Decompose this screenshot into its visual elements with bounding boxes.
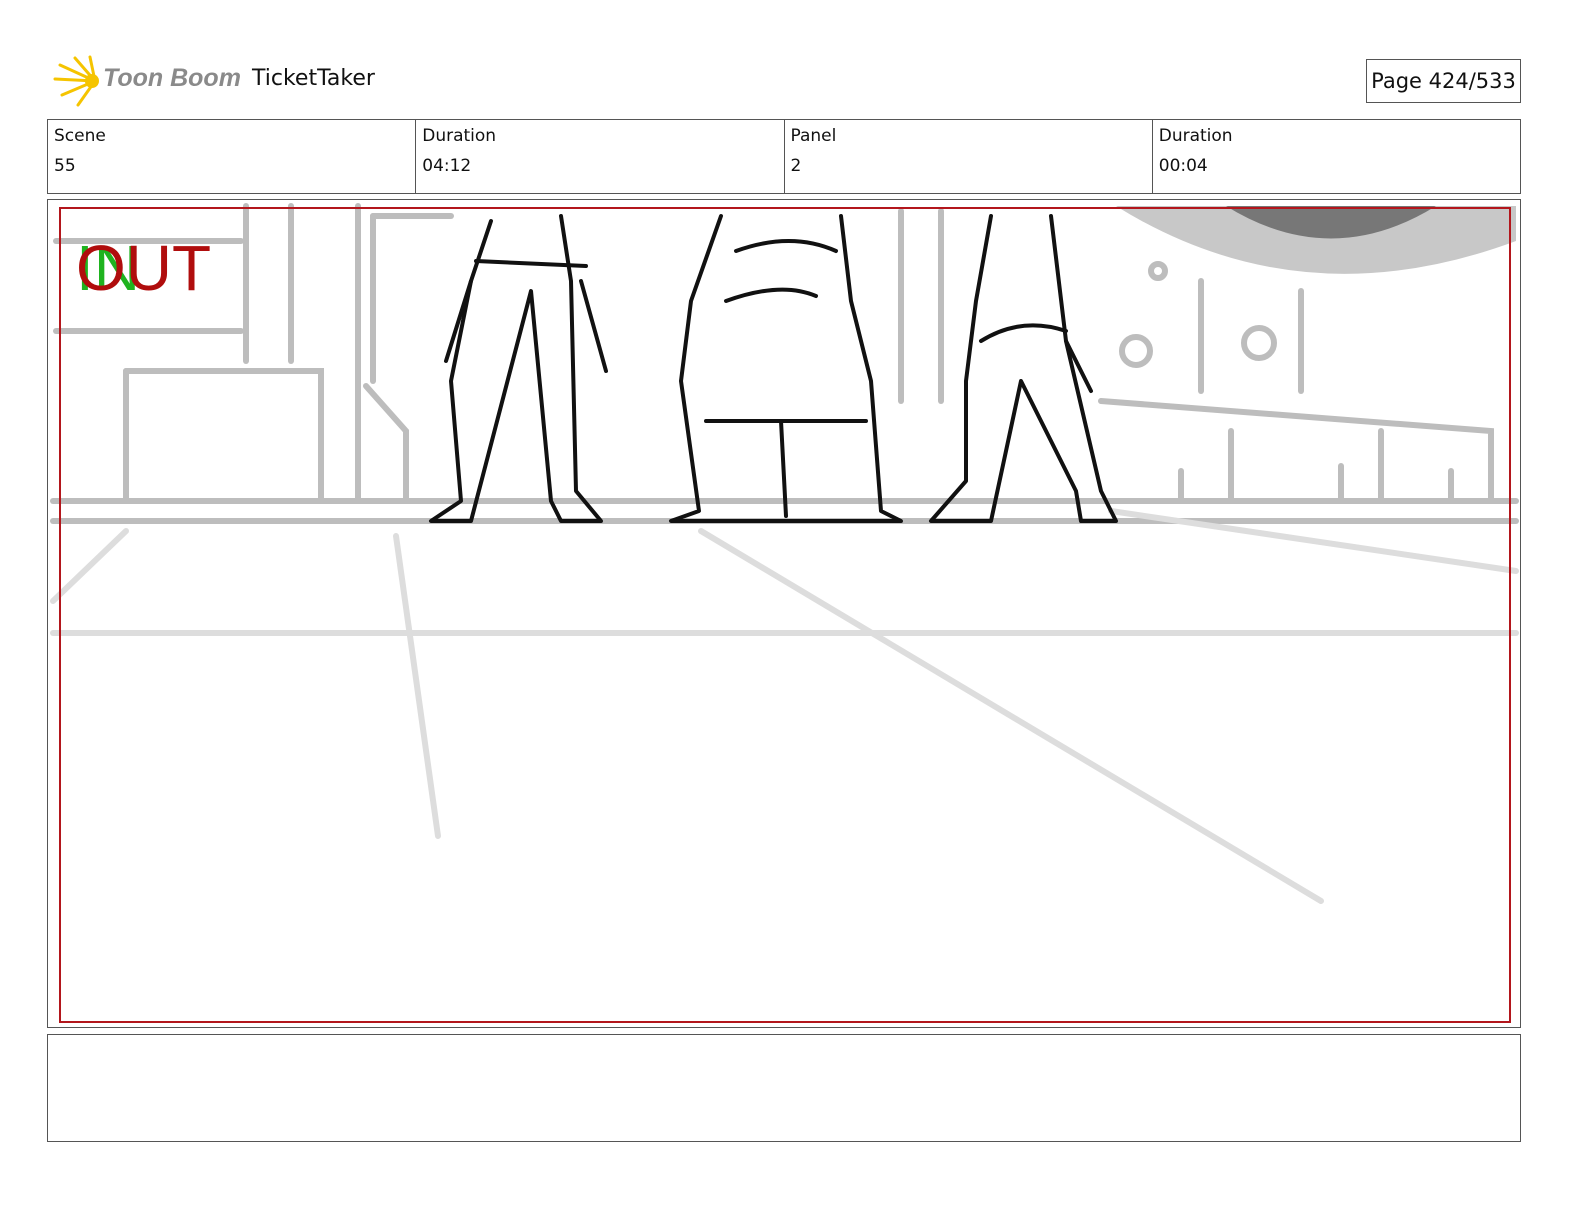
info-table: Scene 55 Duration 04:12 Panel 2 Duration 00:… <box>47 119 1521 194</box>
project-title: TicketTaker <box>252 66 375 91</box>
panel-duration-cell: Duration 00:04 <box>1151 120 1520 193</box>
scene-value: 55 <box>54 156 76 176</box>
panel-cell: Panel 2 <box>783 120 1152 193</box>
panel-value: 2 <box>790 156 802 176</box>
panel-label: Panel <box>790 126 837 146</box>
storyboard-page: Toon Boom TicketTaker Page 424/533 Scene… <box>0 0 1584 1224</box>
panel-duration-label: Duration <box>1158 126 1233 146</box>
scene-cell: Scene 55 <box>48 120 415 193</box>
safe-frame <box>59 207 1511 1023</box>
notes-box <box>47 1034 1521 1142</box>
logo-text: Toon Boom <box>103 64 241 92</box>
scene-duration-value: 04:12 <box>422 156 472 176</box>
out-label: OUT <box>76 232 212 304</box>
panel-duration-value: 00:04 <box>1158 156 1208 176</box>
scene-duration-label: Duration <box>422 126 497 146</box>
page-number: Page 424/533 <box>1366 59 1521 103</box>
scene-duration-cell: Duration 04:12 <box>415 120 783 193</box>
scene-label: Scene <box>54 126 106 146</box>
